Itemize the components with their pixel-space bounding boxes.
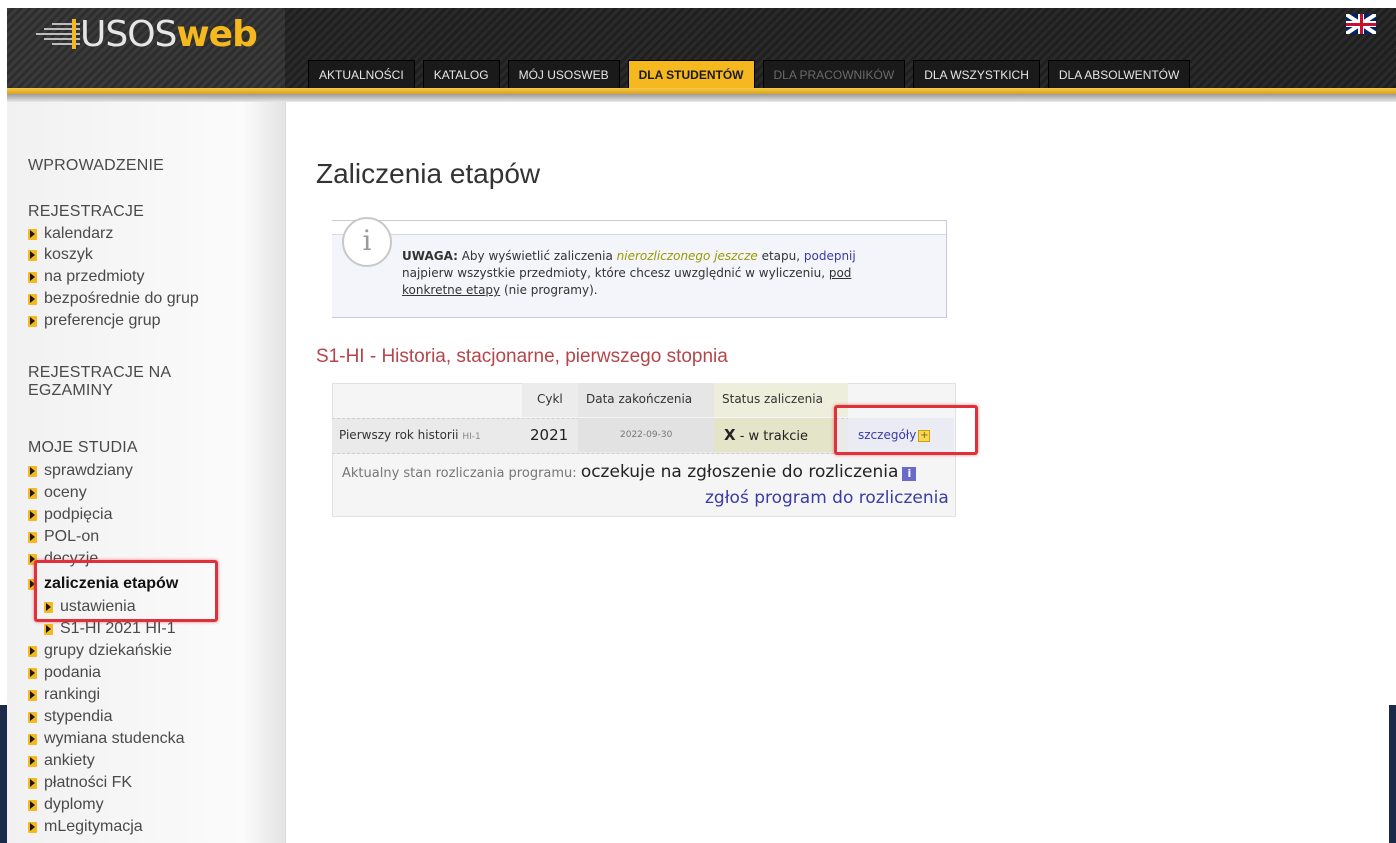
logo-text: USOSweb — [80, 14, 258, 55]
logo-mark-icon — [30, 15, 80, 55]
sidebar-item-sprawdziany[interactable]: sprawdziany — [28, 461, 133, 481]
tab-dla-wszystkich[interactable]: DLA WSZYSTKICH — [913, 60, 1040, 89]
tab-aktualnosci[interactable]: AKTUALNOŚCI — [308, 60, 415, 89]
sidebar-item-na-przedmioty[interactable]: na przedmioty — [28, 267, 145, 287]
link-podepnij[interactable]: podepnij — [804, 249, 856, 263]
bullet-arrow-icon — [28, 509, 37, 521]
sidebar-item-koszyk[interactable]: koszyk — [28, 245, 93, 265]
uk-flag-icon[interactable] — [1346, 14, 1376, 34]
tab-dla-absolwentow[interactable]: DLA ABSOLWENTÓW — [1047, 60, 1191, 89]
bullet-arrow-icon — [28, 645, 37, 657]
sidebar-item-podpiecia[interactable]: podpięcia — [28, 505, 113, 525]
tab-moj-usosweb[interactable]: MÓJ USOSWEB — [507, 60, 620, 89]
program-title: S1-HI - Historia, stacjonarne, pierwszeg… — [316, 346, 728, 367]
etap-name: Pierwszy rok historii HI-1 — [339, 428, 481, 442]
sidebar-item-grupy-dziekanskie[interactable]: grupy dziekańskie — [28, 641, 172, 661]
sidebar-item-rankingi[interactable]: rankingi — [28, 685, 100, 705]
bullet-arrow-icon — [28, 667, 37, 679]
main-tabs: AKTUALNOŚCI KATALOG MÓJ USOSWEB DLA STUD… — [308, 60, 1191, 89]
bullet-arrow-icon — [28, 465, 37, 477]
sidebar-section-moje-studia[interactable]: MOJE STUDIA — [28, 439, 138, 457]
sidebar-section-rejestracje-egzaminy[interactable]: REJESTRACJE NA EGZAMINY — [28, 364, 171, 400]
bullet-arrow-icon — [28, 315, 37, 327]
sidebar-section-rejestracje[interactable]: REJESTRACJE — [28, 203, 144, 221]
zglos-program-link[interactable]: zgłoś program do rozliczenia — [705, 488, 949, 508]
bullet-arrow-icon — [28, 799, 37, 811]
notice-box: i UWAGA: Aby wyświetlić zaliczenia niero… — [332, 217, 947, 318]
highlight-box-details — [834, 405, 978, 455]
sidebar-item-dyplomy[interactable]: dyplomy — [28, 795, 104, 815]
column-header-data: Data zakończenia — [586, 392, 693, 406]
sidebar-section-wprowadzenie[interactable]: WPROWADZENIE — [28, 157, 164, 175]
bullet-arrow-icon — [28, 249, 37, 261]
status-value: X - w trakcie — [724, 426, 808, 444]
sidebar-item-podania[interactable]: podania — [28, 663, 101, 683]
bullet-arrow-icon — [28, 689, 37, 701]
tab-dla-studentow[interactable]: DLA STUDENTÓW — [627, 60, 755, 89]
column-header-cykl: Cykl — [537, 392, 563, 406]
info-badge-icon[interactable]: i — [902, 466, 917, 481]
bullet-arrow-icon — [44, 623, 53, 635]
bullet-arrow-icon — [28, 531, 37, 543]
link-pod-konkretne-etapy-b[interactable]: konkretne etapy — [402, 283, 500, 297]
window-edge-right — [1389, 705, 1396, 843]
page-title: Zaliczenia etapów — [316, 158, 541, 189]
sidebar-item-preferencje-grup[interactable]: preferencje grup — [28, 311, 161, 331]
stan-rozliczania: Aktualny stan rozliczania programu: ocze… — [342, 462, 917, 482]
sidebar-item-platnosci-fk[interactable]: płatności FK — [28, 773, 132, 793]
notice-text: UWAGA: Aby wyświetlić zaliczenia nierozl… — [402, 249, 856, 297]
data-zakonczenia-value: 2022-09-30 — [620, 430, 673, 440]
bullet-arrow-icon — [28, 487, 37, 499]
window-edge-left — [0, 705, 7, 843]
sidebar-item-ankiety[interactable]: ankiety — [28, 751, 95, 771]
bullet-arrow-icon — [28, 271, 37, 283]
bullet-arrow-icon — [28, 755, 37, 767]
bullet-arrow-icon — [28, 228, 37, 240]
sidebar-item-kalendarz[interactable]: kalendarz — [28, 224, 113, 244]
highlight-box-sidebar — [34, 560, 218, 622]
bullet-arrow-icon — [28, 711, 37, 723]
bullet-arrow-icon — [28, 733, 37, 745]
sidebar-subitem-program-etap[interactable]: S1-HI 2021 HI-1 — [44, 619, 176, 639]
cykl-value: 2021 — [530, 426, 569, 444]
bullet-arrow-icon — [28, 777, 37, 789]
tab-dla-pracownikow[interactable]: DLA PRACOWNIKÓW — [762, 60, 906, 89]
sidebar-item-mlegitymacja[interactable]: mLegitymacja — [28, 817, 143, 837]
bullet-arrow-icon — [28, 293, 37, 305]
bullet-arrow-icon — [28, 821, 37, 833]
info-icon: i — [342, 217, 392, 267]
column-header-status: Status zaliczenia — [722, 392, 823, 406]
header-shadow-stripe — [7, 94, 1396, 102]
sidebar-item-pol-on[interactable]: POL-on — [28, 527, 99, 547]
sidebar-item-bezposrednie-do-grup[interactable]: bezpośrednie do grup — [28, 289, 199, 309]
sidebar-item-stypendia[interactable]: stypendia — [28, 707, 113, 727]
sidebar-item-wymiana-studencka[interactable]: wymiana studencka — [28, 729, 185, 749]
sidebar-item-oceny[interactable]: oceny — [28, 483, 87, 503]
link-pod-konkretne-etapy-a[interactable]: pod — [829, 266, 852, 280]
usosweb-logo[interactable]: USOSweb — [30, 14, 258, 55]
tab-katalog[interactable]: KATALOG — [422, 60, 500, 89]
